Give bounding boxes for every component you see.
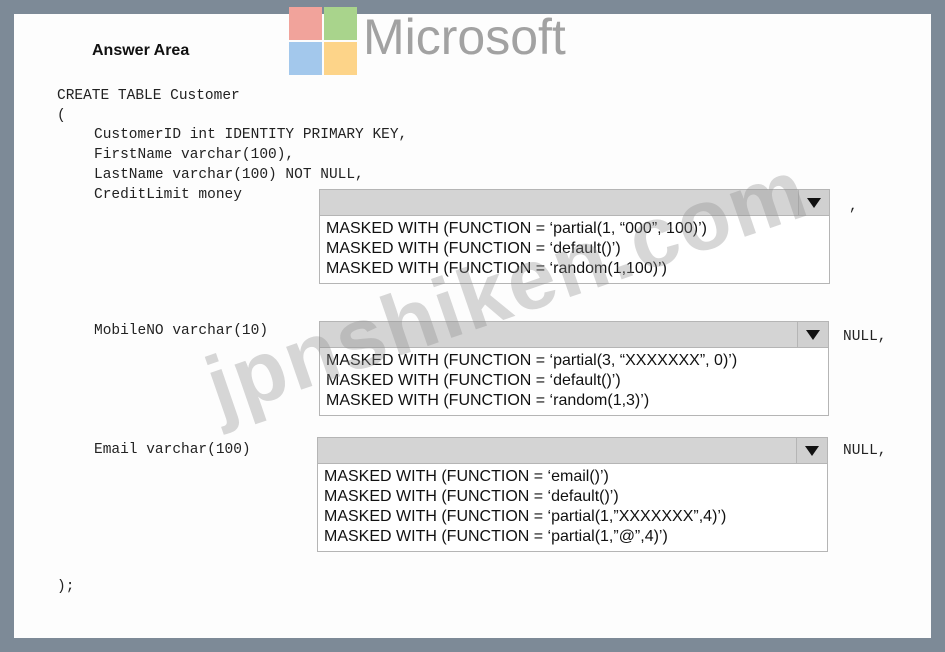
code-comma-after-credit: , [849,199,858,215]
microsoft-logo: Microsoft [289,7,599,77]
dropdown-options-list: MASKED WITH (FUNCTION = ‘email()’) MASKE… [318,464,827,551]
code-line-firstname: FirstName varchar(100), [94,147,295,163]
dropdown-option[interactable]: MASKED WITH (FUNCTION = ‘random(1,100)’) [326,259,823,279]
dropdown-option[interactable]: MASKED WITH (FUNCTION = ‘partial(1, “000… [326,219,823,239]
dropdown-selected-value[interactable] [320,190,829,216]
dropdown-option[interactable]: MASKED WITH (FUNCTION = ‘default()’) [326,239,823,259]
email-mask-dropdown[interactable]: MASKED WITH (FUNCTION = ‘email()’) MASKE… [317,437,828,552]
triangle-down-icon[interactable] [797,322,828,347]
dropdown-option[interactable]: MASKED WITH (FUNCTION = ‘partial(1,”@”,4… [324,527,821,547]
dropdown-option[interactable]: MASKED WITH (FUNCTION = ‘email()’) [324,467,821,487]
dropdown-option[interactable]: MASKED WITH (FUNCTION = ‘partial(1,”XXXX… [324,507,821,527]
code-line-customerid: CustomerID int IDENTITY PRIMARY KEY, [94,127,408,143]
credit-limit-mask-dropdown[interactable]: MASKED WITH (FUNCTION = ‘partial(1, “000… [319,189,830,284]
dropdown-selected-value[interactable] [320,322,828,348]
answer-area-panel: Microsoft Answer Area CREATE TABLE Custo… [14,7,931,638]
code-null-after-email: NULL, [843,443,887,459]
code-null-after-mobile: NULL, [843,329,887,345]
triangle-down-icon[interactable] [798,190,829,215]
dropdown-option[interactable]: MASKED WITH (FUNCTION = ‘partial(3, “XXX… [326,351,822,371]
code-line-close: ); [57,579,75,595]
microsoft-logo-text: Microsoft [363,9,566,65]
dropdown-option[interactable]: MASKED WITH (FUNCTION = ‘default()’) [326,371,822,391]
triangle-down-icon[interactable] [796,438,827,463]
microsoft-logo-icon [289,7,357,75]
code-line-creditlimit: CreditLimit money [94,187,242,203]
code-line-mobileno: MobileNO varchar(10) [94,323,269,339]
dropdown-options-list: MASKED WITH (FUNCTION = ‘partial(3, “XXX… [320,348,828,415]
dropdown-option[interactable]: MASKED WITH (FUNCTION = ‘default()’) [324,487,821,507]
code-line-email: Email varchar(100) [94,442,251,458]
dropdown-option[interactable]: MASKED WITH (FUNCTION = ‘random(1,3)’) [326,391,822,411]
dropdown-options-list: MASKED WITH (FUNCTION = ‘partial(1, “000… [320,216,829,283]
dropdown-selected-value[interactable] [318,438,827,464]
code-line-open-paren: ( [57,108,66,124]
answer-area-title: Answer Area [92,42,190,59]
code-line-lastname: LastName varchar(100) NOT NULL, [94,167,364,183]
code-line-create: CREATE TABLE Customer [57,88,240,104]
mobile-mask-dropdown[interactable]: MASKED WITH (FUNCTION = ‘partial(3, “XXX… [319,321,829,416]
